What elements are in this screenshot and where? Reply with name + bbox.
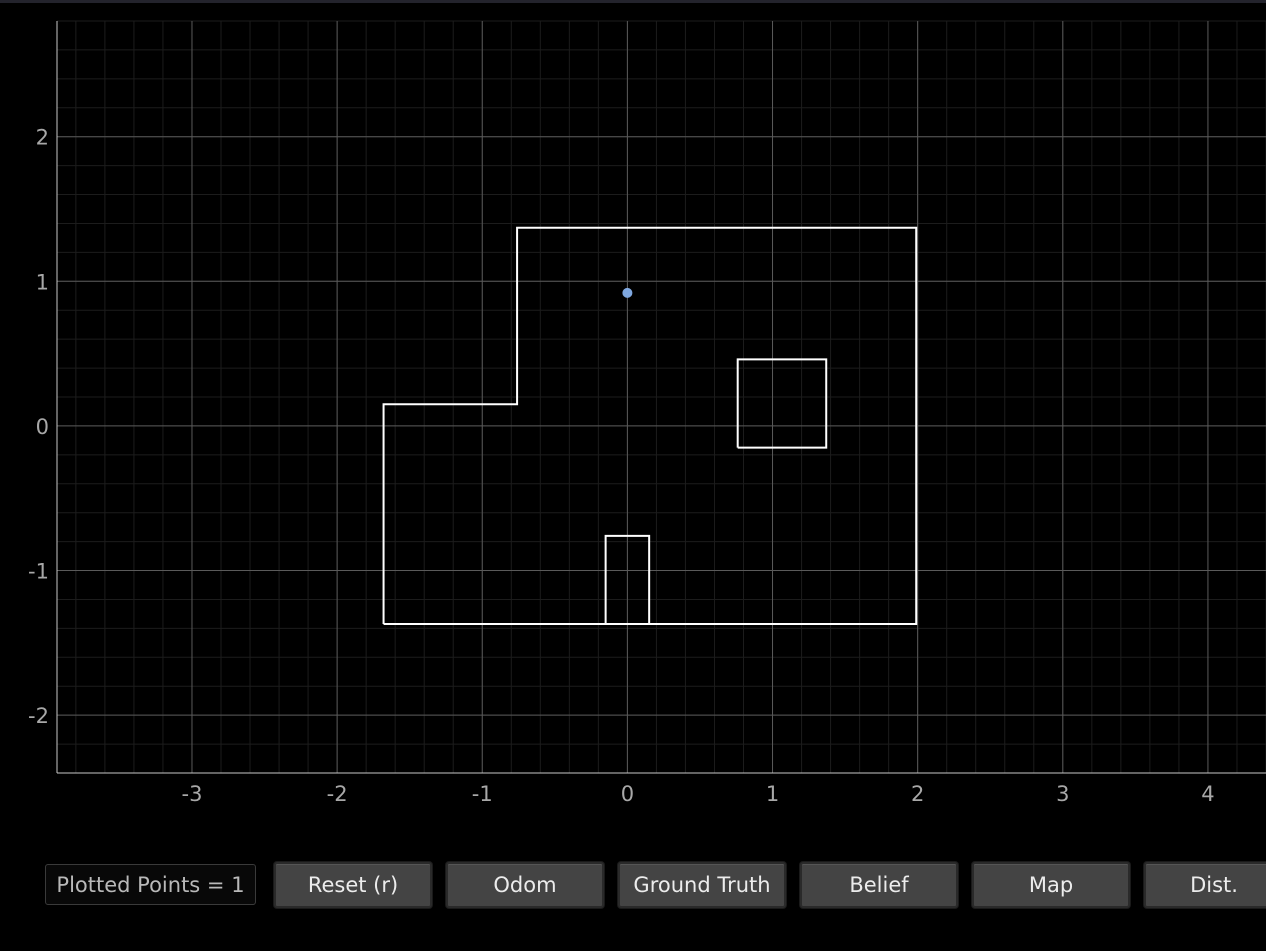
plotted-points-readout: Plotted Points = 1 xyxy=(45,864,256,905)
x-tick-label: 0 xyxy=(621,782,634,806)
y-tick-label: 1 xyxy=(36,270,49,294)
y-tick-label: 0 xyxy=(36,415,49,439)
plotted-points xyxy=(622,287,633,298)
y-tick-label: -1 xyxy=(28,560,49,584)
reset-button[interactable]: Reset (r) xyxy=(274,862,432,908)
x-tick-label: -2 xyxy=(327,782,348,806)
map-button[interactable]: Map xyxy=(972,862,1130,908)
belief-button[interactable]: Belief xyxy=(800,862,958,908)
x-axis-tick-labels: -3 -2 -1 0 1 2 3 4 xyxy=(182,782,1215,806)
x-tick-label: 1 xyxy=(766,782,779,806)
x-tick-label: 2 xyxy=(911,782,924,806)
y-axis-tick-labels: 2 1 0 -1 -2 xyxy=(28,126,49,728)
x-tick-label: -3 xyxy=(182,782,203,806)
map-plot[interactable]: -3 -2 -1 0 1 2 3 4 2 1 0 -1 -2 xyxy=(0,0,1266,840)
odom-button[interactable]: Odom xyxy=(446,862,604,908)
x-tick-label: -1 xyxy=(472,782,493,806)
y-tick-label: 2 xyxy=(36,126,49,150)
map-wall xyxy=(736,358,828,449)
plotted-point xyxy=(622,287,633,298)
y-tick-label: -2 xyxy=(28,704,49,728)
dist-button[interactable]: Dist. xyxy=(1144,862,1266,908)
x-tick-label: 4 xyxy=(1201,782,1214,806)
x-tick-label: 3 xyxy=(1056,782,1069,806)
ground-truth-button[interactable]: Ground Truth xyxy=(618,862,786,908)
control-bar: Plotted Points = 1 Reset (r) Odom Ground… xyxy=(0,862,1266,910)
minor-grid xyxy=(57,20,1266,773)
